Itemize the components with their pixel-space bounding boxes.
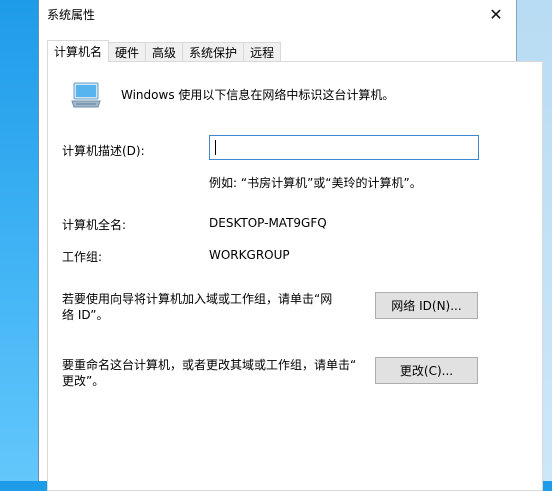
tab-computer-name[interactable]: 计算机名 (47, 40, 110, 62)
tab-bar: 计算机名 硬件 高级 系统保护 远程 (47, 40, 282, 62)
rename-instructions: 要重命名这台计算机，或者更改其域或工作组，请单击“ 更改”。 (62, 357, 356, 389)
computer-description-input[interactable] (209, 135, 479, 160)
full-name-label: 计算机全名: (62, 218, 127, 232)
system-properties-window: 系统属性 ✕ 计算机名 硬件 高级 系统保护 远程 Windows 使用以下信息… (38, 0, 543, 491)
tab-system-protection[interactable]: 系统保护 (182, 42, 245, 62)
workgroup-label: 工作组: (62, 250, 103, 264)
tab-remote[interactable]: 远程 (243, 42, 282, 62)
rename-instructions-line2: 更改”。 (62, 374, 105, 388)
close-button[interactable]: ✕ (476, 0, 516, 28)
network-id-button[interactable]: 网络 ID(N)... (375, 292, 478, 319)
tab-hardware[interactable]: 硬件 (108, 42, 147, 62)
network-id-instructions-line1: 若要使用向导将计算机加入域或工作组，请单击“网 (62, 292, 333, 306)
change-button[interactable]: 更改(C)... (375, 357, 478, 384)
rename-instructions-line1: 要重命名这台计算机，或者更改其域或工作组，请单击“ (62, 358, 357, 372)
network-id-instructions-line2: 络 ID”。 (62, 308, 109, 322)
close-icon: ✕ (489, 4, 503, 24)
text-caret (215, 140, 216, 155)
computer-icon (71, 82, 101, 108)
network-id-instructions: 若要使用向导将计算机加入域或工作组，请单击“网 络 ID”。 (62, 291, 332, 323)
intro-text: Windows 使用以下信息在网络中标识这台计算机。 (121, 88, 395, 102)
full-name-value: DESKTOP-MAT9GFQ (209, 216, 327, 230)
window-title: 系统属性 (47, 8, 96, 22)
tab-advanced[interactable]: 高级 (145, 42, 184, 62)
computer-name-panel: Windows 使用以下信息在网络中标识这台计算机。 计算机描述(D): 例如:… (47, 61, 543, 491)
workgroup-value: WORKGROUP (209, 248, 290, 262)
description-label: 计算机描述(D): (62, 144, 145, 158)
description-example: 例如: “书房计算机”或“美玲的计算机”。 (209, 176, 422, 190)
